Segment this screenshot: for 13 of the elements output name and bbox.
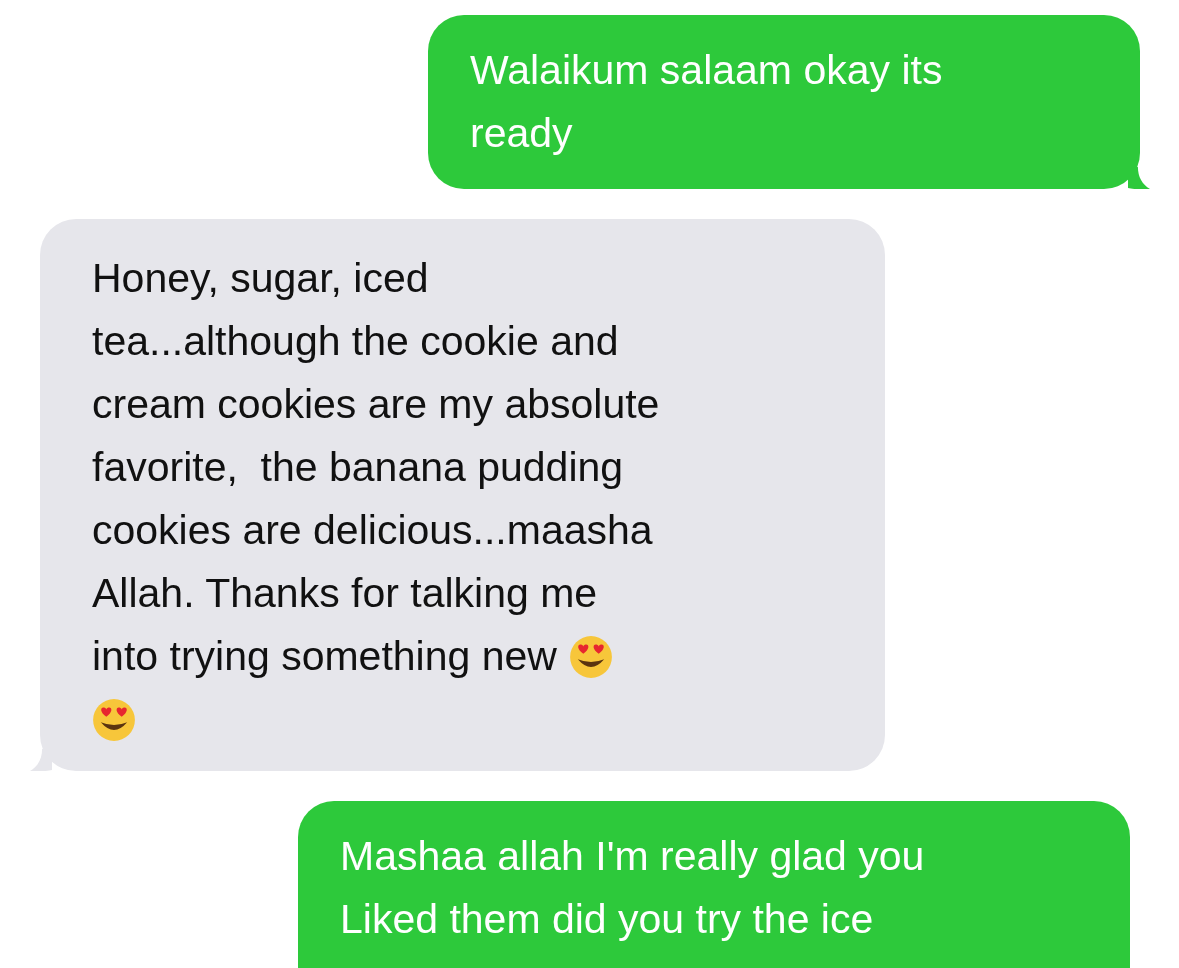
message-text: Liked them did you try the ice (340, 895, 874, 944)
message-text: cookies are delicious...maasha (92, 506, 653, 555)
message-text: Honey, sugar, iced (92, 254, 429, 303)
message-text: tea...although the cookie and (92, 317, 619, 366)
message-text: into trying something new (92, 632, 557, 681)
message-text: Mashaa allah I'm really glad you (340, 832, 925, 881)
message-text: cream cookies are my absolute (92, 380, 660, 429)
message-text: Allah. Thanks for talking me (92, 569, 598, 618)
heart-eyes-emoji-icon (568, 634, 613, 679)
message-text: favorite, the banana pudding (92, 443, 624, 492)
heart-eyes-emoji-icon (92, 697, 136, 742)
message-text: Walaikum salaam okay its (470, 46, 943, 95)
message-text: ready (470, 109, 573, 158)
